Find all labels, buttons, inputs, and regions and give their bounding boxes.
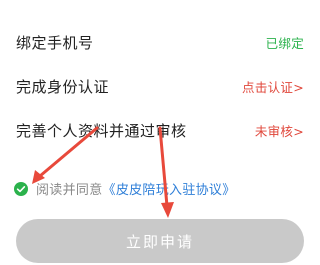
row-identity-verification[interactable]: 完成身份认证 点击认证> [0, 66, 320, 106]
bind-phone-label: 绑定手机号 [16, 33, 94, 52]
agreement-row: 阅读并同意 《皮皮陪玩入驻协议》 [14, 178, 236, 198]
identity-verification-label: 完成身份认证 [16, 77, 110, 96]
agreement-link[interactable]: 《皮皮陪玩入驻协议》 [103, 179, 236, 198]
apply-page: 绑定手机号 已绑定 完成身份认证 点击认证> 完善个人资料并通过审核 未审核> … [0, 0, 320, 265]
agreement-prefix: 阅读并同意 [36, 182, 103, 198]
apply-now-button[interactable]: 立即申请 [16, 219, 304, 263]
profile-review-status[interactable]: 未审核> [255, 121, 304, 140]
bind-phone-status: 已绑定 [265, 35, 304, 51]
profile-review-label: 完善个人资料并通过审核 [16, 121, 187, 140]
row-profile-review[interactable]: 完善个人资料并通过审核 未审核> [0, 110, 320, 150]
row-bind-phone[interactable]: 绑定手机号 已绑定 [0, 22, 320, 62]
arrow-head-button [161, 202, 174, 218]
check-circle-icon[interactable] [14, 181, 28, 196]
identity-verification-link[interactable]: 点击认证> [242, 77, 304, 96]
